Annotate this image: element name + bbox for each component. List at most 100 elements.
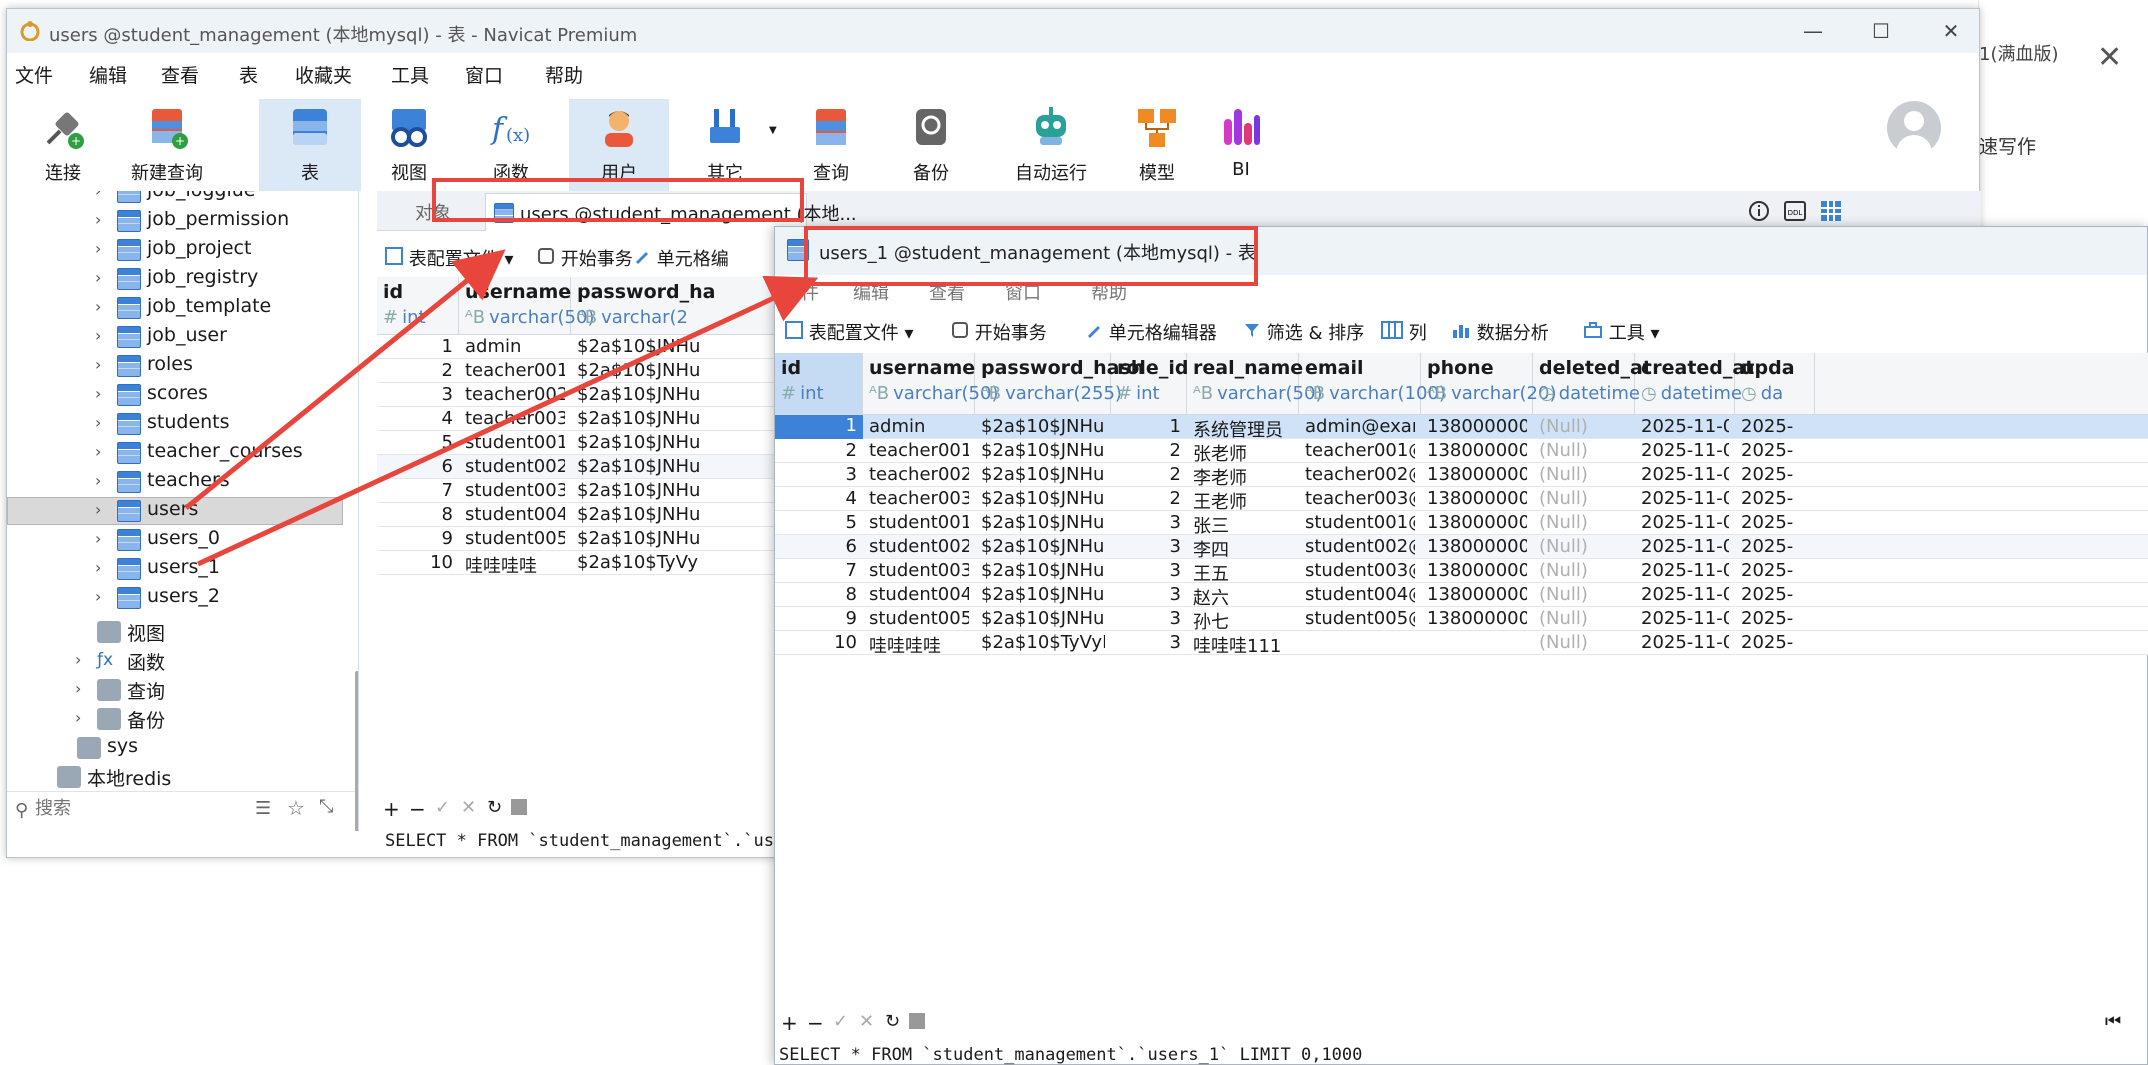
table-cell[interactable]: 3: [383, 384, 453, 405]
design-table-button[interactable]: 表配置文件 ▾: [385, 245, 514, 271]
table-cell[interactable]: 2025-11-01 2: [1641, 584, 1729, 605]
column-header-deleted-at[interactable]: deleted_at ◷ datetime: [1533, 353, 1652, 414]
table-cell[interactable]: $2a$10$TyVy: [577, 552, 791, 573]
automation-button[interactable]: 自动运行: [991, 99, 1111, 191]
column-header-password-hash[interactable]: password_hash ᴬB varchar(255): [975, 353, 1144, 414]
first-page-icon[interactable]: ⏮: [2105, 1011, 2121, 1032]
table-cell[interactable]: (Null): [1539, 440, 1629, 461]
begin-transaction-button[interactable]: 开始事务: [951, 319, 1047, 345]
table-cell[interactable]: 10: [383, 552, 453, 573]
table-cell[interactable]: 5: [781, 512, 857, 533]
backup-button[interactable]: 备份: [887, 99, 975, 191]
table-cell[interactable]: $2a$10$JNHu: [577, 336, 791, 357]
table-cell[interactable]: admin: [465, 336, 565, 357]
table-cell[interactable]: 6: [781, 536, 857, 557]
table-cell[interactable]: teacher002: [869, 464, 969, 485]
table-cell[interactable]: 2025-: [1741, 584, 1809, 605]
stop-icon[interactable]: [511, 799, 527, 815]
column-header-phone[interactable]: phone ᴬB varchar(20): [1421, 353, 1556, 414]
table-row[interactable]: 1admin$2a$10$JNHuPPq.h1系统管理员admin@exampl…: [775, 415, 2148, 441]
table-cell[interactable]: teacher002: [465, 384, 565, 405]
table-cell[interactable]: 2025-: [1741, 488, 1809, 509]
table-cell[interactable]: 2025-11-01 2: [1641, 536, 1729, 557]
table-row[interactable]: 9 student005 $2a$10$JNHu: [377, 527, 797, 551]
filter-icon[interactable]: ☰: [255, 798, 271, 819]
grid-view-icon[interactable]: [1819, 199, 1843, 223]
table-cell[interactable]: 哇哇哇111: [1193, 632, 1293, 658]
table-cell[interactable]: 8: [383, 504, 453, 525]
table-cell[interactable]: 13800000004: [1427, 488, 1527, 509]
sidebar-scrollbar[interactable]: [355, 671, 358, 831]
search-input[interactable]: [35, 798, 235, 819]
table-cell[interactable]: student003: [869, 560, 969, 581]
chevron-right-icon[interactable]: ›: [95, 355, 101, 374]
table-cell[interactable]: $2a$10$JNHuPPq.h: [981, 512, 1105, 533]
table-cell[interactable]: 3: [1117, 512, 1181, 533]
menu-tools[interactable]: 工具: [391, 61, 429, 88]
table-cell[interactable]: (Null): [1539, 416, 1629, 437]
table-cell[interactable]: (Null): [1539, 464, 1629, 485]
table-cell[interactable]: 6: [383, 456, 453, 477]
table-cell[interactable]: 2: [781, 440, 857, 461]
table-cell[interactable]: 1: [383, 336, 453, 357]
table-cell[interactable]: $2a$10$JNHu: [577, 408, 791, 429]
tools-dropdown-button[interactable]: 工具 ▾: [1583, 319, 1660, 345]
table-cell[interactable]: $2a$10$JNHuPPq.h: [981, 416, 1105, 437]
chevron-right-icon[interactable]: ›: [95, 191, 101, 200]
stop-icon[interactable]: [909, 1013, 925, 1029]
new-query-button[interactable]: + 新建查询: [115, 99, 219, 191]
column-header-username[interactable]: username ᴬB varchar(50): [863, 353, 998, 414]
delete-record-icon[interactable]: −: [409, 797, 426, 821]
chevron-right-icon[interactable]: ›: [75, 650, 81, 669]
menu-edit[interactable]: 编辑: [89, 61, 127, 88]
table-cell[interactable]: 4: [383, 408, 453, 429]
table-cell[interactable]: 13800000003: [1427, 464, 1527, 485]
table-row[interactable]: 2 teacher001 $2a$10$JNHu: [377, 359, 797, 383]
menu-help[interactable]: 帮助: [545, 61, 583, 88]
table-cell[interactable]: 3: [1117, 608, 1181, 629]
table-cell[interactable]: teacher003: [869, 488, 969, 509]
table-cell[interactable]: 13800000015: [1427, 608, 1527, 629]
data-analysis-button[interactable]: 数据分析: [1451, 319, 1549, 345]
table-cell[interactable]: $2a$10$JNHu: [577, 360, 791, 381]
refresh-icon[interactable]: ↻: [885, 1011, 900, 1032]
table-cell[interactable]: 13800000013: [1427, 560, 1527, 581]
table-cell[interactable]: $2a$10$JNHuPPq.h: [981, 560, 1105, 581]
menu-table[interactable]: 表: [239, 61, 258, 88]
connect-button[interactable]: + 连接: [13, 99, 113, 191]
table-cell[interactable]: 2: [383, 360, 453, 381]
table-cell[interactable]: $2a$10$JNHu: [577, 456, 791, 477]
table-cell[interactable]: 13800000011: [1427, 512, 1527, 533]
table-cell[interactable]: $2a$10$JNHuPPq.h: [981, 608, 1105, 629]
table-cell[interactable]: student001@exar: [1305, 512, 1415, 533]
table-cell[interactable]: 2025-: [1741, 416, 1809, 437]
table-cell[interactable]: student002: [869, 536, 969, 557]
table-cell[interactable]: 13800000001: [1427, 416, 1527, 437]
table-cell[interactable]: 3: [1117, 584, 1181, 605]
close-icon[interactable]: ✕: [2097, 40, 2122, 75]
chevron-right-icon[interactable]: ›: [95, 442, 101, 461]
table-cell[interactable]: 10: [781, 632, 857, 653]
collapse-icon[interactable]: ⤡: [319, 796, 333, 817]
chevron-right-icon[interactable]: ›: [95, 558, 101, 577]
table-cell[interactable]: student003@exar: [1305, 560, 1415, 581]
table-row[interactable]: 5 student001 $2a$10$JNHu: [377, 431, 797, 455]
table-cell[interactable]: teacher003: [465, 408, 565, 429]
table-cell[interactable]: admin: [869, 416, 969, 437]
table-cell[interactable]: 2025-11-01 2: [1641, 512, 1729, 533]
table-cell[interactable]: student005: [465, 528, 565, 549]
table-row[interactable]: 4 teacher003 $2a$10$JNHu: [377, 407, 797, 431]
table-cell[interactable]: teacher001@exar: [1305, 440, 1415, 461]
table-cell[interactable]: 2025-: [1741, 536, 1809, 557]
table-cell[interactable]: 3: [1117, 560, 1181, 581]
table-cell[interactable]: 1: [1117, 416, 1181, 437]
table-cell[interactable]: 2025-11-01 2: [1641, 416, 1729, 437]
chevron-right-icon[interactable]: ›: [95, 239, 101, 258]
table-cell[interactable]: student004: [465, 504, 565, 525]
maximize-button[interactable]: ☐: [1851, 15, 1911, 47]
chevron-right-icon[interactable]: ›: [95, 384, 101, 403]
table-cell[interactable]: $2a$10$JNHu: [577, 528, 791, 549]
table-cell[interactable]: student002@exar: [1305, 536, 1415, 557]
column-header-password-ha[interactable]: password_ha ᴬB varchar(2: [571, 277, 797, 334]
table-cell[interactable]: $2a$10$JNHuPPq.h: [981, 536, 1105, 557]
